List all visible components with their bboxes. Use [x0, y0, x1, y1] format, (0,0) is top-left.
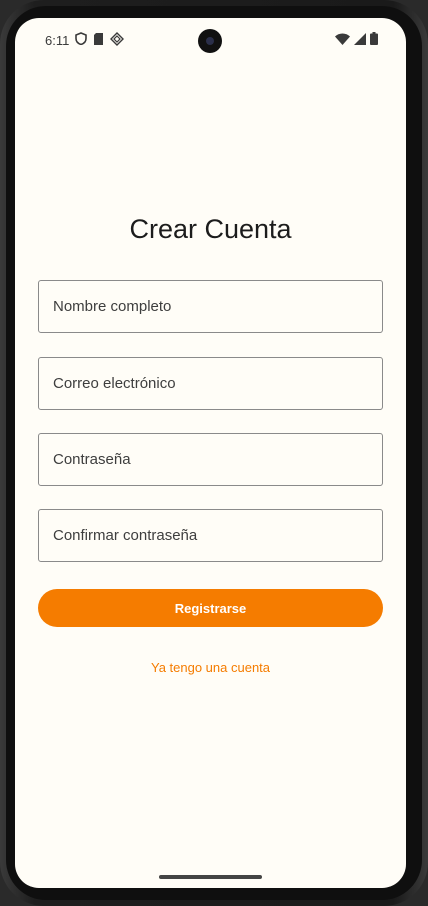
diamond-icon — [110, 31, 125, 49]
shield-icon — [75, 32, 88, 48]
signal-icon — [354, 32, 366, 48]
register-button[interactable]: Registrarse — [38, 589, 383, 627]
page-title: Crear Cuenta — [129, 214, 292, 244]
status-time: 6:11 — [45, 32, 70, 48]
password-input[interactable] — [53, 451, 368, 468]
home-indicator[interactable] — [159, 875, 262, 879]
confirm-password-field[interactable] — [38, 509, 383, 562]
screen: 6:11 Crear Cuenta Nombre completo Correo… — [15, 18, 406, 888]
device-frame: 6:11 Crear Cuenta Nombre completo Correo… — [0, 0, 428, 906]
full-name-field[interactable] — [38, 280, 383, 333]
wifi-icon — [335, 33, 350, 48]
status-right — [335, 32, 378, 48]
front-camera — [198, 29, 222, 53]
full-name-input[interactable] — [53, 298, 368, 315]
email-input[interactable] — [53, 375, 368, 392]
battery-icon — [370, 32, 378, 48]
status-left: 6:11 — [45, 31, 125, 49]
confirm-password-input[interactable] — [53, 527, 368, 544]
login-link[interactable]: Ya tengo una cuenta — [15, 660, 406, 675]
sd-card-icon — [93, 32, 104, 48]
email-field[interactable] — [38, 357, 383, 410]
password-field[interactable] — [38, 433, 383, 486]
